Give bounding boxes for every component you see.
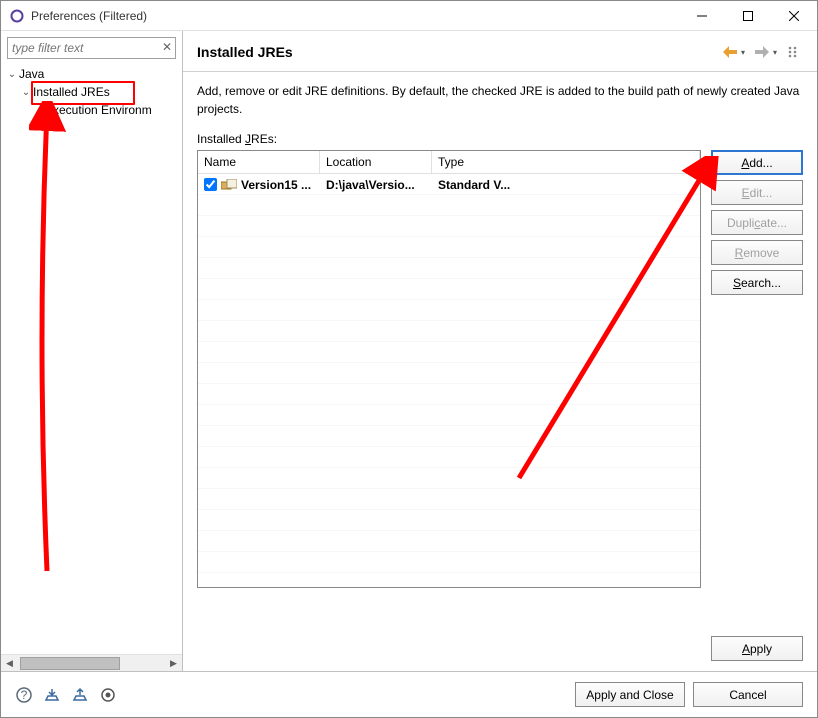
- button-column: Add... Edit... Duplicate... Remove Searc…: [711, 150, 803, 622]
- scroll-left-arrow[interactable]: ◀: [1, 655, 18, 672]
- table-label: Installed JREs:: [197, 132, 803, 146]
- right-panel: Installed JREs ▾ ▾ Add, remove or edit J…: [183, 31, 817, 671]
- tree-label: Java: [19, 67, 44, 81]
- window-title: Preferences (Filtered): [31, 9, 679, 23]
- scroll-track[interactable]: [18, 656, 165, 671]
- app-icon: [9, 8, 25, 24]
- jre-icon: [221, 179, 237, 191]
- apply-button[interactable]: Apply: [711, 636, 803, 661]
- search-button[interactable]: Search...: [711, 270, 803, 295]
- cancel-button[interactable]: Cancel: [693, 682, 803, 707]
- page-title: Installed JREs: [197, 44, 721, 60]
- column-location[interactable]: Location: [320, 151, 432, 173]
- minimize-button[interactable]: [679, 1, 725, 31]
- bottom-left-icons: ?: [15, 686, 575, 704]
- column-type[interactable]: Type: [432, 151, 700, 173]
- svg-text:?: ?: [21, 688, 28, 702]
- filter-input[interactable]: [7, 37, 176, 59]
- tree-label: Installed JREs: [33, 85, 110, 99]
- left-horizontal-scrollbar[interactable]: ◀ ▶: [1, 654, 182, 671]
- scroll-thumb[interactable]: [20, 657, 120, 670]
- back-menu-caret[interactable]: ▾: [741, 48, 745, 57]
- back-button[interactable]: [721, 43, 739, 61]
- forward-button[interactable]: [753, 43, 771, 61]
- cell-type: Standard V...: [432, 178, 700, 192]
- table-header: Name Location Type: [198, 151, 700, 174]
- column-name[interactable]: Name: [198, 151, 320, 173]
- cell-name-text: Version15 ...: [241, 178, 311, 192]
- import-icon[interactable]: [43, 686, 61, 704]
- window-controls: [679, 1, 817, 31]
- add-button[interactable]: Add...: [711, 150, 803, 175]
- remove-button[interactable]: Remove: [711, 240, 803, 265]
- table-row[interactable]: Version15 ... D:\java\Versio... Standard…: [198, 174, 700, 195]
- bottom-bar: ? Apply and Close Cancel: [1, 671, 817, 717]
- forward-menu-caret[interactable]: ▾: [773, 48, 777, 57]
- oomph-icon[interactable]: [99, 686, 117, 704]
- left-panel: ✕ ⌄ Java ⌄ Installed JREs Execution Envi…: [1, 31, 183, 671]
- page-header: Installed JREs ▾ ▾: [183, 31, 817, 72]
- apply-and-close-button[interactable]: Apply and Close: [575, 682, 685, 707]
- preference-tree: ⌄ Java ⌄ Installed JREs Execution Enviro…: [1, 63, 182, 654]
- export-icon[interactable]: [71, 686, 89, 704]
- jre-table: Name Location Type Version15 ... D:\java…: [197, 150, 701, 588]
- apply-row: Apply: [183, 632, 817, 671]
- table-area: Name Location Type Version15 ... D:\java…: [197, 150, 803, 622]
- scroll-right-arrow[interactable]: ▶: [165, 655, 182, 672]
- help-icon[interactable]: ?: [15, 686, 33, 704]
- maximize-button[interactable]: [725, 1, 771, 31]
- clear-filter-icon[interactable]: ✕: [162, 40, 172, 54]
- twisty-icon: ⌄: [19, 87, 33, 98]
- tree-item-installed-jres[interactable]: ⌄ Installed JREs: [1, 83, 182, 101]
- bottom-buttons: Apply and Close Cancel: [575, 682, 803, 707]
- main-area: ✕ ⌄ Java ⌄ Installed JREs Execution Envi…: [1, 31, 817, 671]
- titlebar: Preferences (Filtered): [1, 1, 817, 31]
- tree-label: Execution Environm: [45, 103, 152, 117]
- page-nav-buttons: ▾ ▾: [721, 43, 803, 61]
- cell-name: Version15 ...: [198, 178, 320, 192]
- page-description: Add, remove or edit JRE definitions. By …: [197, 82, 803, 118]
- twisty-icon: ⌄: [5, 69, 19, 80]
- edit-button[interactable]: Edit...: [711, 180, 803, 205]
- view-menu-icon[interactable]: [785, 43, 803, 61]
- cell-location: D:\java\Versio...: [320, 178, 432, 192]
- jre-default-checkbox[interactable]: [204, 178, 217, 191]
- duplicate-button[interactable]: Duplicate...: [711, 210, 803, 235]
- close-button[interactable]: [771, 1, 817, 31]
- page-body: Add, remove or edit JRE definitions. By …: [183, 72, 817, 632]
- filter-box: ✕: [7, 37, 176, 59]
- table-body[interactable]: Version15 ... D:\java\Versio... Standard…: [198, 174, 700, 587]
